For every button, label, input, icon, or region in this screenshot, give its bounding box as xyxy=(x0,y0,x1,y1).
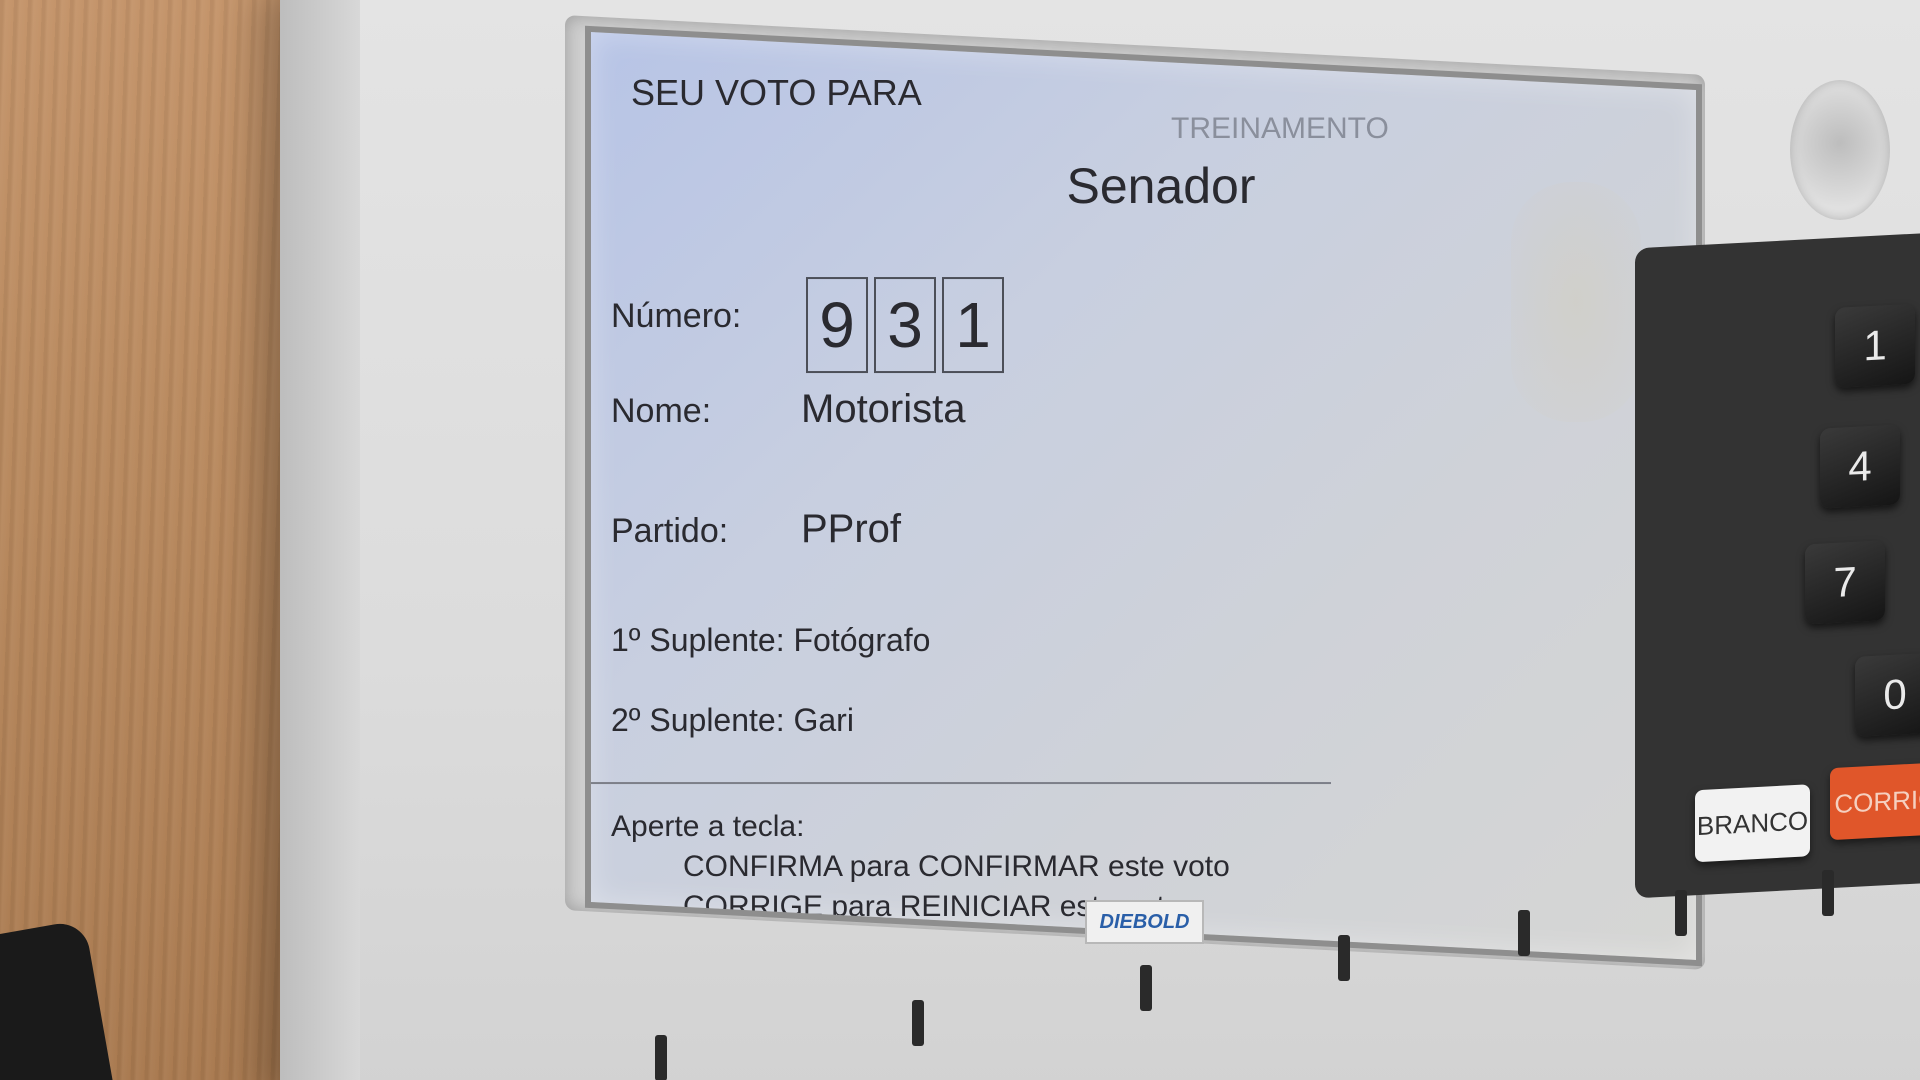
party-name: PProf xyxy=(801,507,902,552)
key-0-button[interactable]: 0 xyxy=(1855,652,1920,737)
candidate-photo-placeholder xyxy=(1511,182,1641,423)
vent-slot xyxy=(1518,910,1530,956)
office-title: Senador xyxy=(1066,158,1256,215)
second-substitute: 2º Suplente: Gari xyxy=(611,702,854,739)
vent-slot xyxy=(1140,965,1152,1011)
voting-machine-edge xyxy=(280,0,360,1080)
voting-keypad: 1 4 7 0 BRANCO CORRIGE xyxy=(1635,231,1920,899)
branco-button[interactable]: BRANCO xyxy=(1695,784,1810,863)
first-substitute: 1º Suplente: Fotógrafo xyxy=(611,622,931,659)
coat-of-arms-icon xyxy=(1790,80,1890,220)
key-7-button[interactable]: 7 xyxy=(1805,540,1885,625)
vent-slot xyxy=(655,1035,667,1080)
training-mode-label: TREINAMENTO xyxy=(1171,112,1389,146)
nome-label: Nome: xyxy=(611,392,712,431)
corrige-button[interactable]: CORRIGE xyxy=(1830,761,1920,841)
instructions-intro: Aperte a tecla: xyxy=(611,810,805,844)
number-digit: 9 xyxy=(806,277,868,374)
instructions-divider xyxy=(591,782,1331,785)
key-1-button[interactable]: 1 xyxy=(1835,303,1915,388)
number-digit: 1 xyxy=(942,277,1004,374)
vent-slot xyxy=(1822,870,1834,916)
vent-slot xyxy=(1338,935,1350,981)
vent-slot xyxy=(912,1000,924,1046)
diebold-logo: DIEBOLD xyxy=(1085,900,1204,944)
candidate-name: Motorista xyxy=(801,387,966,432)
voting-screen: SEU VOTO PARA TREINAMENTO Senador Número… xyxy=(585,25,1702,967)
vent-slot xyxy=(1675,890,1687,936)
partido-label: Partido: xyxy=(611,512,729,551)
candidate-number: 9 3 1 xyxy=(806,277,1004,374)
number-digit: 3 xyxy=(874,277,936,374)
numero-label: Número: xyxy=(611,297,742,336)
instructions-confirm: CONFIRMA para CONFIRMAR este voto xyxy=(683,850,1230,884)
key-4-button[interactable]: 4 xyxy=(1820,424,1900,509)
vote-header-label: SEU VOTO PARA xyxy=(631,72,922,114)
